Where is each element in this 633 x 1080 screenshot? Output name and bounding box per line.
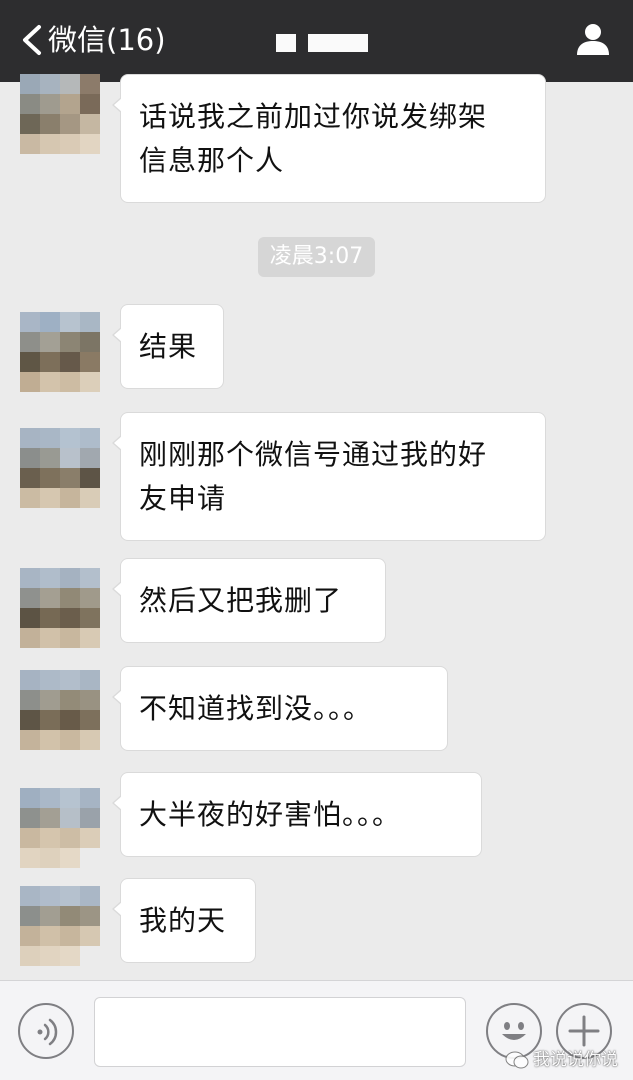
avatar[interactable]	[20, 788, 100, 868]
message-text-line: 大半夜的好害怕。。。	[139, 798, 402, 831]
message-text-line: 然后又把我删了	[139, 584, 343, 617]
message-text-line: 信息那个人	[139, 144, 285, 177]
chat-header: 微信(16)	[0, 0, 633, 82]
message-bubble[interactable]: 大半夜的好害怕。。。	[112, 772, 482, 857]
message-text-line: 不知道找到没。。。	[139, 692, 373, 725]
message-text-line: 友申请	[139, 482, 227, 515]
message-text-line: 刚刚那个微信号通过我的好	[139, 438, 488, 471]
back-button-label[interactable]: 微信(16)	[48, 20, 166, 60]
chat-title-redacted	[276, 34, 368, 54]
message-list[interactable]: 话说我之前加过你说发绑架 信息那个人 凌晨3:07 结果 刚刚那个微信号通过我的…	[0, 74, 633, 980]
voice-button[interactable]	[18, 1003, 74, 1059]
watermark-logo-icon	[505, 1051, 529, 1069]
avatar[interactable]	[20, 568, 100, 648]
message-bubble[interactable]: 刚刚那个微信号通过我的好 友申请	[112, 412, 546, 541]
chevron-left-icon[interactable]	[20, 24, 44, 56]
avatar[interactable]	[20, 886, 100, 966]
person-icon[interactable]	[575, 22, 611, 56]
avatar[interactable]	[20, 428, 100, 508]
message-bubble[interactable]: 我的天	[112, 878, 256, 963]
avatar[interactable]	[20, 670, 100, 750]
message-bubble[interactable]: 然后又把我删了	[112, 558, 386, 643]
avatar[interactable]	[20, 312, 100, 392]
message-input[interactable]	[94, 997, 466, 1067]
message-bubble[interactable]: 不知道找到没。。。	[112, 666, 448, 751]
message-text-line: 结果	[139, 330, 198, 363]
watermark: 我说说你说	[505, 1048, 618, 1072]
watermark-text: 我说说你说	[533, 1050, 618, 1070]
message-text-line: 话说我之前加过你说发绑架	[139, 100, 488, 133]
message-bubble[interactable]: 结果	[112, 304, 224, 389]
message-bubble[interactable]: 话说我之前加过你说发绑架 信息那个人	[112, 74, 546, 203]
message-text-line: 我的天	[139, 904, 227, 937]
timestamp-label: 凌晨3:07	[258, 237, 375, 277]
avatar[interactable]	[20, 74, 100, 154]
voice-icon	[37, 1018, 58, 1046]
